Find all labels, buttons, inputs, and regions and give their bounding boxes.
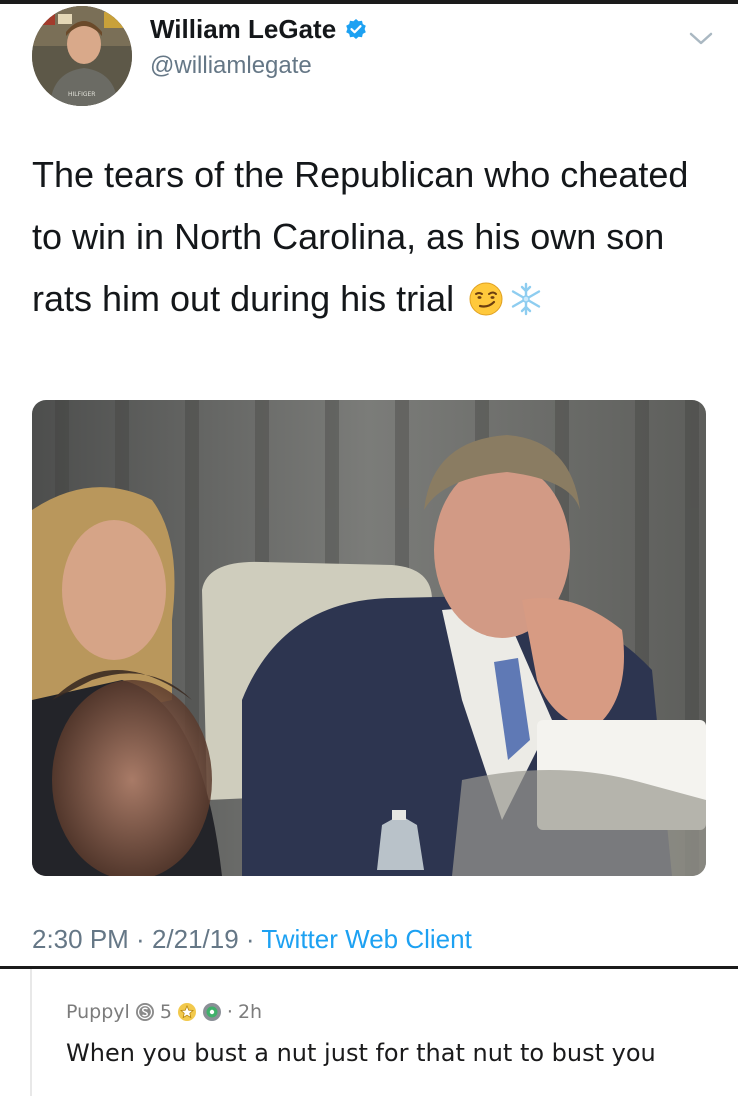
comment-meta-separator: · <box>226 1001 233 1023</box>
comment-thread-line[interactable] <box>30 969 32 1096</box>
avatar[interactable]: HILFIGER <box>32 6 132 106</box>
comment-karma: 5 <box>159 1001 172 1023</box>
tweet-date[interactable]: 2/21/19 <box>152 924 239 954</box>
verified-badge-icon <box>344 18 368 42</box>
author-name-row: William LeGate <box>150 14 368 45</box>
s-coin-badge-icon <box>135 1002 155 1022</box>
tweet-source-link[interactable]: Twitter Web Client <box>261 924 471 954</box>
author-handle[interactable]: @williamlegate <box>150 52 312 80</box>
award-badge-icon <box>177 1002 197 1022</box>
author-display-name[interactable]: William LeGate <box>150 14 336 45</box>
avatar-shirt-text: HILFIGER <box>68 91 95 98</box>
meta-separator: · <box>128 924 152 954</box>
smirking-face-emoji <box>468 274 504 336</box>
tweet-photo[interactable] <box>32 400 706 876</box>
meta-separator: · <box>238 924 262 954</box>
snowflake-emoji <box>508 274 544 336</box>
reddit-comment: Puppyl 5 · 2h When you bust a nut just f… <box>0 969 738 1096</box>
tweet-body: The tears of the Republican who cheated … <box>32 154 689 319</box>
comment-meta-row: Puppyl 5 · 2h <box>66 1001 262 1023</box>
tweet-text: The tears of the Republican who cheated … <box>32 144 692 336</box>
comment-age: 2h <box>237 1001 263 1023</box>
comment-body: When you bust a nut just for that nut to… <box>66 1039 656 1067</box>
chevron-down-icon[interactable] <box>688 30 714 48</box>
tweet-time[interactable]: 2:30 PM <box>32 924 129 954</box>
tweet-card: HILFIGER William LeGate @williamlegate T… <box>0 4 738 964</box>
green-badge-icon <box>202 1002 222 1022</box>
comment-username[interactable]: Puppyl <box>66 1001 130 1023</box>
tweet-timestamp-row: 2:30 PM · 2/21/19 · Twitter Web Client <box>32 924 472 955</box>
